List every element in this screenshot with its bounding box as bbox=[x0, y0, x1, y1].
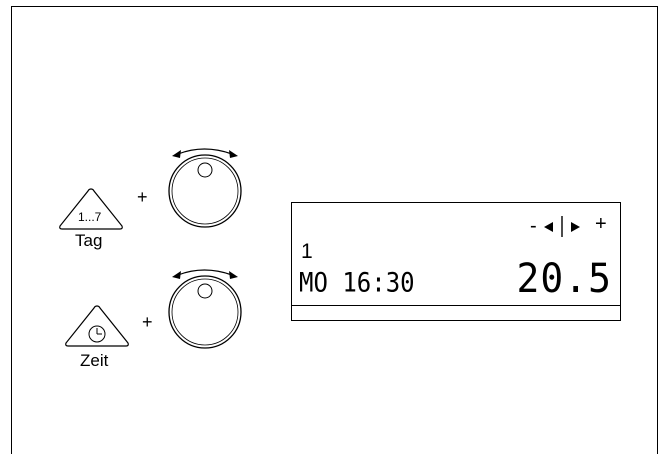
lcd-plus-sign: + bbox=[595, 213, 607, 235]
day-button[interactable]: 1...7 bbox=[56, 186, 126, 232]
adjust-arrows-icon bbox=[544, 216, 580, 237]
lcd-temperature: 20.5 bbox=[516, 255, 612, 302]
rotary-knob-icon bbox=[168, 269, 242, 349]
day-caption: Tag bbox=[75, 231, 103, 250]
time-caption: Zeit bbox=[80, 351, 109, 370]
time-plus-sign: + bbox=[142, 312, 153, 332]
rotary-knob-day[interactable] bbox=[164, 146, 246, 228]
rotary-knob-icon bbox=[168, 148, 242, 228]
day-triangle-icon bbox=[59, 188, 123, 230]
lcd-day-time: MO 16:30 bbox=[299, 267, 415, 299]
day-plus-sign: + bbox=[137, 187, 148, 207]
lcd-program-number: 1 bbox=[301, 240, 313, 263]
lcd-bottom-divider bbox=[292, 305, 620, 306]
time-triangle-icon bbox=[65, 305, 129, 347]
rotary-knob-time[interactable] bbox=[164, 267, 246, 349]
day-button-label: 1...7 bbox=[78, 210, 102, 224]
clock-icon bbox=[88, 325, 106, 343]
time-button[interactable] bbox=[62, 303, 132, 349]
lcd-minus-sign: - bbox=[530, 215, 537, 237]
lcd-display: - + 1 MO 16:30 20.5 bbox=[291, 202, 621, 321]
